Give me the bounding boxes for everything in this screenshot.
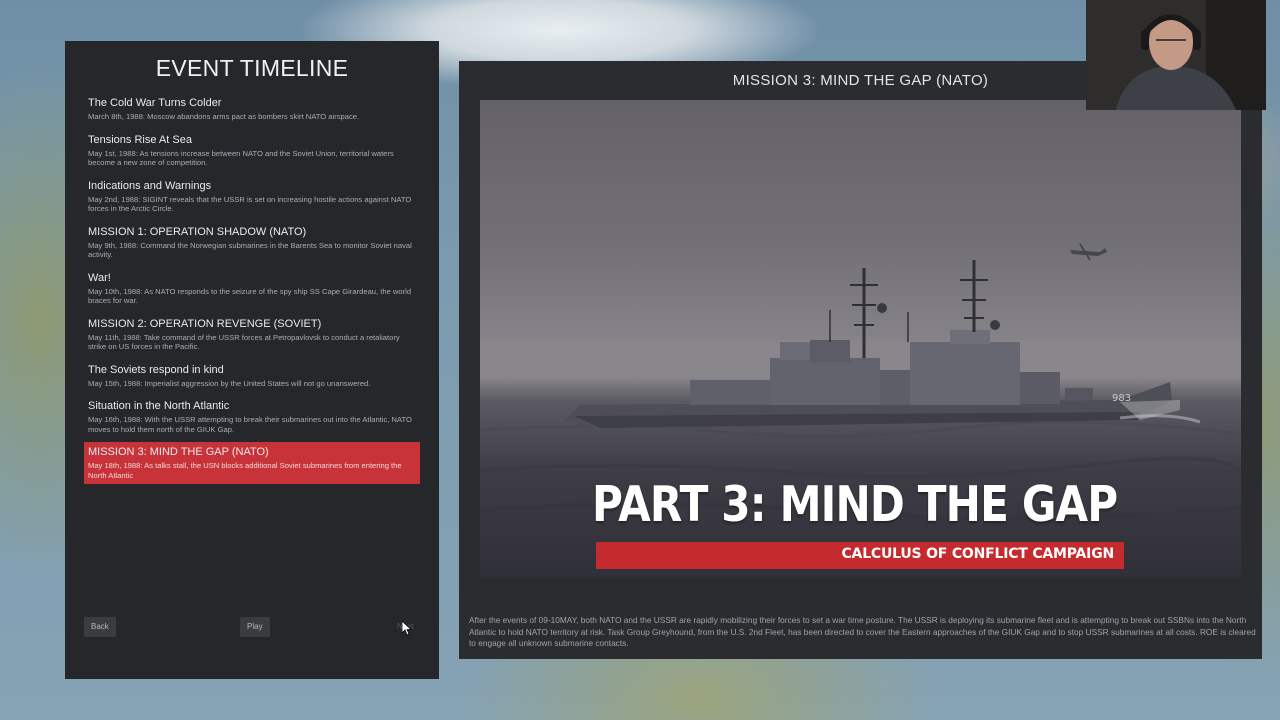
campaign-part-title: PART 3: MIND THE GAP	[592, 476, 1118, 533]
event-title: The Soviets respond in kind	[88, 363, 224, 376]
event-item-cold-war[interactable]: The Cold War Turns Colder March 8th, 198…	[84, 93, 420, 126]
event-title: The Cold War Turns Colder	[88, 97, 222, 109]
event-item-mission-1[interactable]: MISSION 1: OPERATION SHADOW (NATO) May 9…	[84, 222, 420, 264]
timeline-title: EVENT TIMELINE	[155, 55, 349, 81]
event-title: MISSION 2: OPERATION REVENGE (SOVIET)	[88, 317, 322, 330]
hull-number: 983	[1112, 393, 1131, 404]
streamer-avatar-icon	[1086, 0, 1266, 110]
event-list: The Cold War Turns Colder March 8th, 198…	[84, 93, 420, 488]
event-timeline-panel: EVENT TIMELINE The Cold War Turns Colder…	[65, 41, 439, 679]
event-description: May 2nd, 1988: SIGINT reveals that the U…	[88, 194, 412, 214]
event-item-north-atlantic[interactable]: Situation in the North Atlantic May 16th…	[84, 396, 420, 438]
campaign-subtitle: CALCULUS OF CONFLICT CAMPAIGN	[841, 546, 1114, 562]
event-description: May 9th, 1988: Command the Norwegian sub…	[88, 240, 412, 260]
event-item-war[interactable]: War! May 10th, 1988: As NATO responds to…	[84, 268, 420, 310]
event-item-tensions-rise[interactable]: Tensions Rise At Sea May 1st, 1988: As t…	[84, 130, 420, 172]
event-item-mission-2[interactable]: MISSION 2: OPERATION REVENGE (SOVIET) Ma…	[84, 314, 420, 356]
play-button[interactable]: Play	[240, 617, 270, 637]
mouse-cursor-icon	[402, 621, 412, 636]
event-item-mission-3-selected[interactable]: MISSION 3: MIND THE GAP (NATO) May 18th,…	[84, 442, 420, 484]
back-button[interactable]: Back	[84, 617, 116, 637]
event-title: War!	[88, 271, 111, 284]
webcam-overlay	[1086, 0, 1266, 110]
event-description: March 8th, 1988: Moscow abandons arms pa…	[88, 112, 360, 121]
event-description: May 10th, 1988: As NATO responds to the …	[88, 286, 412, 306]
mission-briefing-panel: MISSION 3: MIND THE GAP (NATO) 983 PART …	[459, 61, 1262, 659]
event-description: May 15th, 1988: Imperialist aggression b…	[88, 378, 371, 388]
campaign-banner: CALCULUS OF CONFLICT CAMPAIGN	[596, 542, 1124, 569]
event-title: Situation in the North Atlantic	[88, 400, 230, 412]
event-description: May 16th, 1988: With the USSR attempting…	[88, 415, 412, 434]
mission-description: After the events of 09-10MAY, both NATO …	[469, 615, 1256, 648]
event-item-indications[interactable]: Indications and Warnings May 2nd, 1988: …	[84, 176, 420, 218]
mission-image: 983 PART 3: MIND THE GAP CALCULUS OF CON…	[480, 100, 1241, 577]
event-description: May 1st, 1988: As tensions increase betw…	[88, 148, 394, 168]
event-title: Tensions Rise At Sea	[88, 133, 192, 146]
event-description: May 11th, 1988: Take command of the USSR…	[88, 332, 400, 352]
event-item-soviets-respond[interactable]: The Soviets respond in kind May 15th, 19…	[84, 360, 420, 393]
event-title: MISSION 1: OPERATION SHADOW (NATO)	[88, 225, 307, 238]
event-description: May 18th, 1988: As talks stall, the USN …	[88, 461, 402, 480]
event-title: Indications and Warnings	[88, 179, 212, 192]
event-title: MISSION 3: MIND THE GAP (NATO)	[88, 446, 269, 458]
